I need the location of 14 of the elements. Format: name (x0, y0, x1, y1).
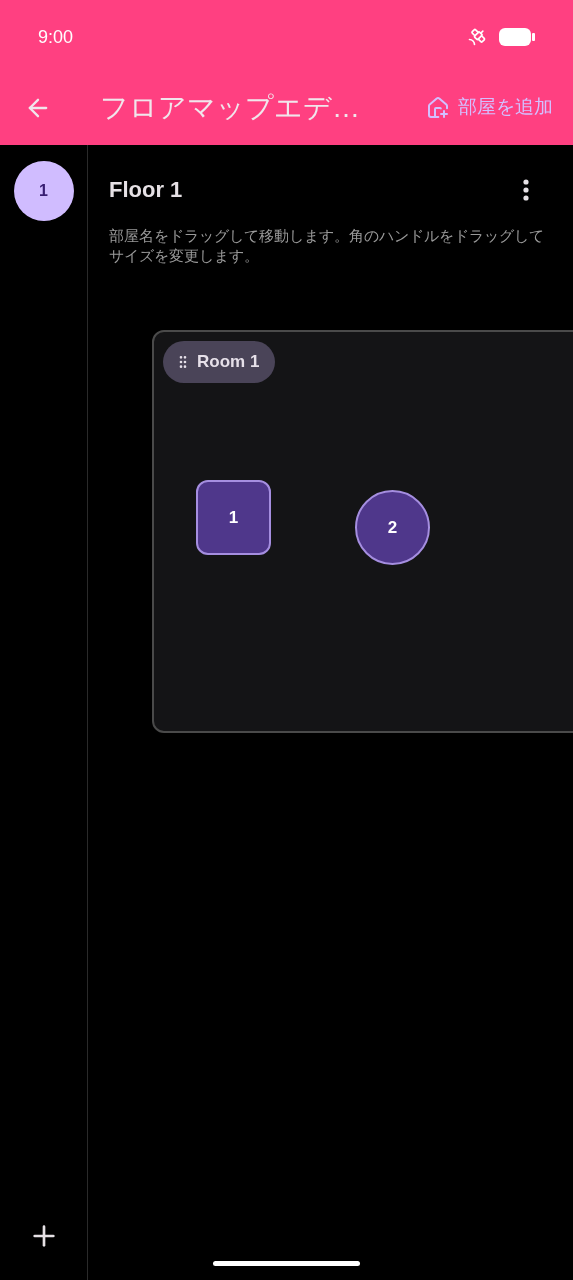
floor-tab[interactable]: 1 (13, 161, 74, 221)
status-time: 9:00 (38, 25, 74, 49)
room-name-chip[interactable]: Room 1 (163, 341, 276, 383)
more-options-button[interactable] (523, 178, 529, 201)
app-title: フロアマップエデ… (100, 90, 361, 125)
satellite-icon (467, 27, 487, 47)
room-area[interactable]: Room 1 1 2 (152, 330, 573, 733)
floor-title: Floor 1 (109, 176, 183, 204)
battery-icon (499, 28, 535, 46)
floor-hint: 部屋名をドラッグして移動します。角のハンドルをドラッグしてサイズを変更します。 (109, 227, 545, 266)
house-plus-icon (426, 95, 450, 120)
square-table[interactable]: 1 (196, 480, 271, 555)
round-table[interactable]: 2 (355, 490, 430, 565)
more-icon (523, 178, 529, 201)
